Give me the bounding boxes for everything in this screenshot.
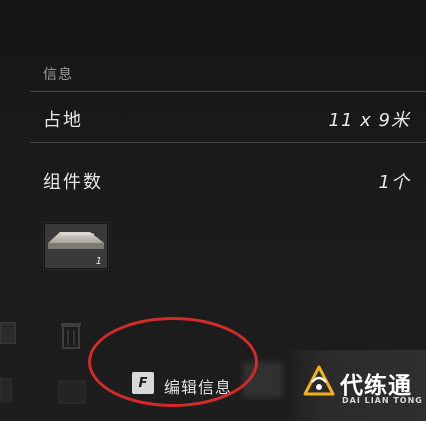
grid-icon[interactable] (0, 322, 16, 344)
annotation-circle (88, 317, 258, 407)
logo-mark-icon (303, 365, 335, 396)
section-title: 信息 (43, 67, 73, 83)
footprint-value: 11 x 9米 (328, 110, 410, 131)
side-panel-icon (0, 378, 12, 402)
footprint-label: 占地 (43, 110, 83, 131)
info-panel: 信息 占地 11 x 9米 组件数 1个 1 F 编辑信息 代练通 DAI LI… (0, 0, 426, 421)
watermark-subtitle: DAI LIAN TONG (342, 396, 423, 405)
divider (30, 91, 426, 92)
trash-icon[interactable] (60, 320, 82, 350)
divider (30, 142, 426, 143)
watermark-title: 代练通 (340, 373, 412, 399)
component-thumbnail[interactable]: 1 (43, 222, 109, 270)
side-panel-icon (58, 380, 86, 404)
component-count-label: 组件数 (43, 172, 103, 193)
component-count-value: 1个 (378, 172, 410, 193)
component-quantity: 1 (95, 256, 102, 267)
